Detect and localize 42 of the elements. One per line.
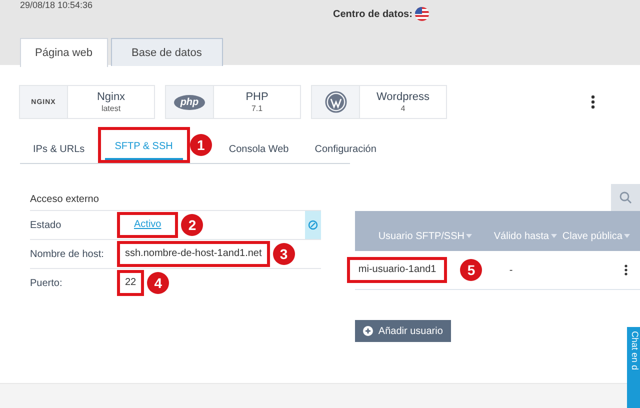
chat-tab[interactable]: Chat en d — [627, 327, 640, 408]
timestamp: 29/08/18 10:54:36 — [20, 0, 93, 10]
php-logo: php — [174, 94, 205, 110]
field-label: Nombre de host: — [30, 248, 105, 260]
page-tab[interactable]: Base de datos — [110, 38, 223, 66]
app-name: PHP — [246, 90, 268, 104]
edit-icon — [308, 220, 318, 230]
search-icon — [619, 191, 632, 204]
table-cell-text: mi-usuario-1and1 — [358, 263, 436, 277]
step-badge: 2 — [181, 214, 204, 236]
edit-button[interactable] — [305, 211, 322, 239]
step-badge: 1 — [190, 134, 212, 156]
step-badge: 3 — [272, 243, 295, 265]
more-icon[interactable] — [591, 95, 595, 109]
field-label: Estado — [30, 220, 62, 230]
plus-icon — [363, 326, 374, 336]
add-user-button[interactable]: Añadir usuario — [355, 320, 451, 342]
step-badge: 5 — [460, 259, 482, 281]
sort-caret-icon — [624, 234, 630, 238]
field-value: ssh.nombre-de-host-1and1.net — [125, 247, 262, 261]
more-icon[interactable] — [624, 264, 628, 276]
app-name: Nginx — [96, 90, 126, 104]
section-tab[interactable]: SFTP & SSH — [104, 135, 183, 160]
section-tab[interactable]: Configuración — [302, 138, 390, 163]
app-version: 7.1 — [251, 104, 263, 114]
app-version: 4 — [400, 104, 406, 114]
app-name: Wordpress — [376, 90, 430, 104]
field-value: 22 — [125, 276, 136, 290]
flag-icon — [415, 7, 430, 21]
section-tab[interactable]: IPs & URLs — [20, 138, 98, 163]
wordpress-logo — [324, 91, 346, 113]
datacenter-label: Centro de datos: — [333, 8, 412, 20]
page-tab[interactable]: Página web — [20, 38, 108, 67]
status-link[interactable]: Activo — [134, 215, 162, 235]
sort-caret-icon — [550, 234, 557, 238]
section-tab[interactable]: Consola Web — [216, 138, 302, 163]
sort-caret-icon — [466, 234, 472, 238]
section-title: Acceso externo — [30, 194, 100, 205]
table-cell-text: - — [509, 264, 514, 276]
step-badge: 4 — [147, 272, 170, 294]
field-label: Puerto: — [30, 278, 64, 288]
app-version: latest — [101, 104, 121, 114]
